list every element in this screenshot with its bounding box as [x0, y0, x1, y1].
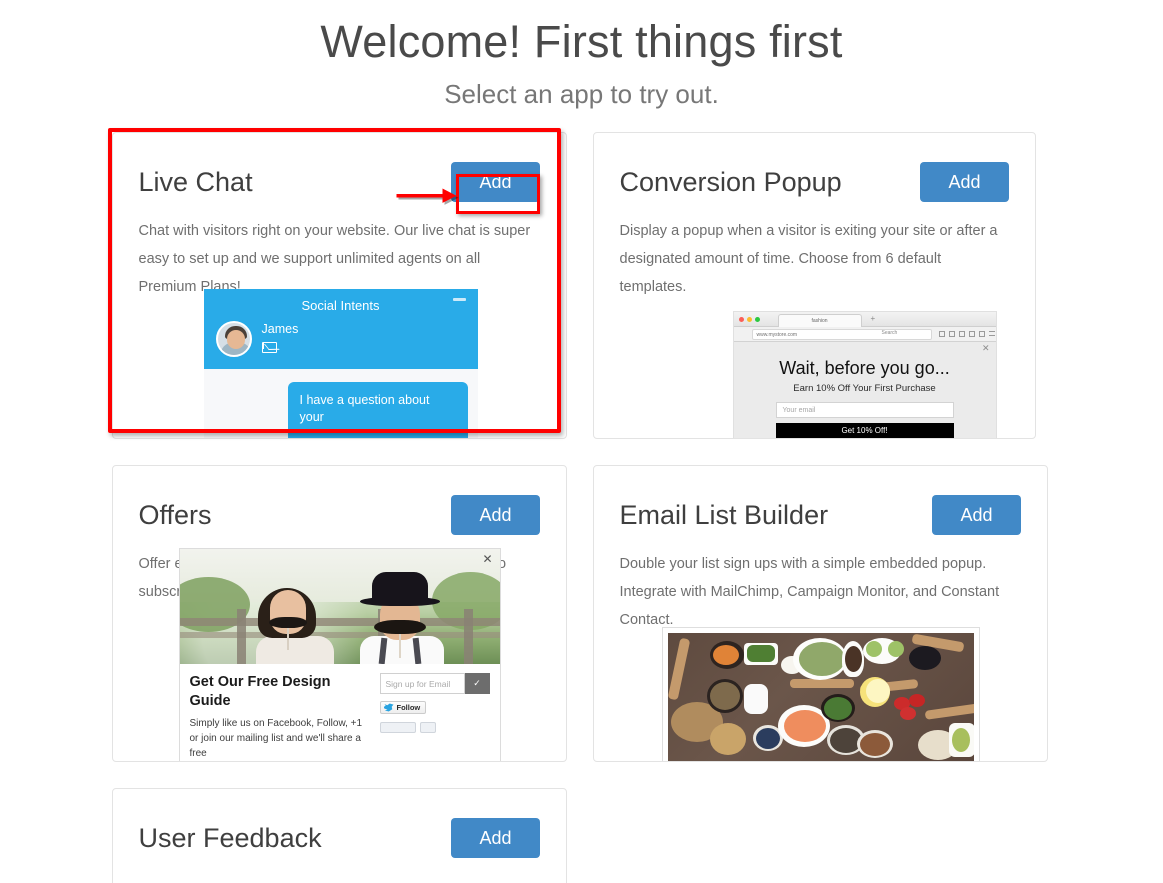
card-title-conversion-popup: Conversion Popup	[619, 167, 842, 197]
card-header: User Feedback Add	[139, 817, 540, 859]
card-header: Conversion Popup Add	[620, 161, 1009, 203]
envelope-icon[interactable]	[261, 342, 277, 353]
chat-widget-body: I have a question about your	[203, 369, 478, 438]
twitter-follow-label: Follow	[396, 703, 421, 712]
window-minimize-dot	[746, 317, 752, 322]
add-button-email-list-builder[interactable]: Add	[932, 495, 1021, 535]
offers-signup-form: Sign up for Email ✓	[379, 673, 490, 694]
add-button-conversion-popup[interactable]: Add	[920, 162, 1009, 202]
popup-subheadline: Earn 10% Off Your First Purchase	[793, 383, 936, 394]
card-title-live-chat: Live Chat	[138, 167, 253, 197]
app-card-offers[interactable]: Offers Add Offer eBooks, PDF's, download…	[111, 465, 567, 762]
chat-brand-name: Social Intents	[301, 298, 380, 313]
popup-email-input[interactable]: Your email	[775, 402, 954, 418]
google-plus-button[interactable]	[419, 722, 436, 733]
card-description-conversion-popup: Display a popup when a visitor is exitin…	[619, 223, 998, 295]
page-title: Welcome! First things first	[320, 16, 843, 67]
browser-title-bar: fashion +	[733, 312, 996, 327]
app-card-user-feedback[interactable]: User Feedback Add	[111, 788, 567, 883]
twitter-follow-button[interactable]: Follow	[379, 701, 427, 714]
minimize-icon[interactable]	[452, 298, 466, 301]
social-button-row	[379, 722, 490, 733]
new-tab-icon: +	[870, 314, 876, 323]
card-title-user-feedback: User Feedback	[138, 823, 322, 853]
app-selection-page: Welcome! First things first Select an ap…	[0, 0, 1163, 883]
food-photo	[667, 633, 974, 761]
check-icon[interactable]: ✓	[464, 673, 490, 694]
offers-email-input[interactable]: Sign up for Email	[379, 673, 465, 694]
popup-cta-button[interactable]: Get 10% Off!	[775, 423, 954, 438]
app-card-email-list-builder[interactable]: Email List Builder Add Double your list …	[592, 465, 1048, 762]
card-header: Email List Builder Add	[620, 494, 1021, 536]
conversion-popup-preview: fashion + www.mystore.com Search ✕ Wait,…	[732, 311, 997, 438]
offers-body-text: Simply like us on Facebook, Follow, +1 o…	[189, 718, 363, 759]
app-card-conversion-popup[interactable]: Conversion Popup Add Display a popup whe…	[592, 132, 1036, 439]
chat-widget-header: Social Intents James	[203, 289, 478, 369]
offers-hero-photo: ✕	[179, 549, 500, 664]
popup-headline: Wait, before you go...	[779, 358, 950, 378]
card-header: Live Chat Add	[139, 161, 540, 203]
card-title-email-list-builder: Email List Builder	[619, 500, 829, 530]
card-row-2: Offers Add Offer eBooks, PDF's, download…	[111, 465, 1052, 762]
card-title-offers: Offers	[138, 500, 212, 530]
chat-message-bubble: I have a question about your	[287, 382, 468, 438]
offers-preview: ✕ Get Our Free Design Guide Simply like …	[178, 548, 501, 761]
page-subtitle: Select an app to try out.	[444, 79, 719, 109]
add-button-user-feedback[interactable]: Add	[451, 818, 540, 858]
url-text: www.mystore.com	[751, 329, 932, 340]
browser-url-bar: www.mystore.com Search	[733, 327, 996, 342]
app-card-live-chat[interactable]: Live Chat Add Chat with visitors right o…	[111, 132, 567, 439]
window-close-dot	[738, 317, 744, 322]
window-zoom-dot	[754, 317, 760, 322]
offers-headline: Get Our Free Design Guide	[189, 674, 331, 709]
browser-tab: fashion	[777, 314, 862, 327]
chat-agent: James	[215, 321, 466, 357]
app-card-grid: Live Chat Add Chat with visitors right o…	[107, 128, 1052, 883]
card-description-email-list-builder: Double your list sign ups with a simple …	[619, 556, 1000, 628]
card-row-1: Live Chat Add Chat with visitors right o…	[107, 128, 1052, 439]
twitter-bird-icon	[383, 703, 394, 712]
chat-agent-name: James	[261, 322, 299, 336]
add-button-offers[interactable]: Add	[451, 495, 540, 535]
add-button-live-chat[interactable]: Add	[451, 162, 540, 202]
browser-search-placeholder: Search	[881, 330, 898, 336]
avatar	[215, 321, 252, 357]
facebook-like-button[interactable]	[379, 722, 416, 733]
exit-popup-overlay: ✕ Wait, before you go... Earn 10% Off Yo…	[733, 342, 996, 438]
close-icon[interactable]: ✕	[982, 344, 990, 353]
page-header: Welcome! First things first Select an ap…	[0, 0, 1163, 114]
live-chat-preview: Social Intents James I have a question a…	[203, 289, 478, 438]
card-row-3: User Feedback Add	[111, 788, 1052, 883]
card-header: Offers Add	[139, 494, 540, 536]
close-icon[interactable]: ✕	[482, 553, 492, 565]
email-list-builder-preview	[661, 627, 980, 761]
